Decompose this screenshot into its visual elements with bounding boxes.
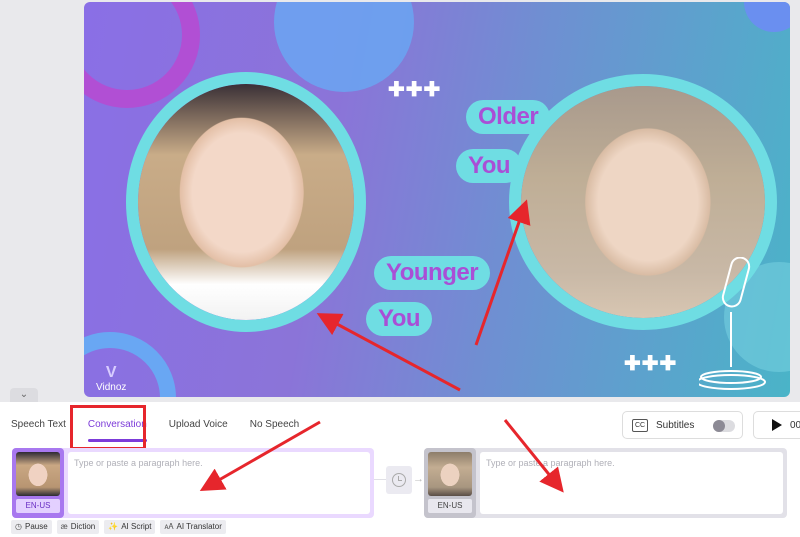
vidnoz-logo-text: Vidnoz	[96, 382, 127, 393]
play-preview-button[interactable]: 00	[753, 411, 800, 439]
avatar	[428, 452, 472, 496]
younger-label: Younger	[374, 256, 491, 290]
ai-translator-tool-button[interactable]: 🗚 AI Translator	[160, 520, 226, 534]
ai-script-label: AI Script	[121, 522, 152, 531]
younger-photo-frame	[126, 72, 366, 332]
decor-crosses: ✚✚✚	[388, 79, 442, 101]
speaker-2-block: EN-US	[424, 448, 787, 518]
speaker-1-text-input[interactable]	[68, 452, 370, 514]
speaker-1-avatar-card[interactable]: EN-US	[12, 448, 64, 518]
subtitles-toggle[interactable]	[713, 420, 735, 432]
diction-icon: æ	[60, 522, 68, 531]
speech-mode-tabs: Speech Text Conversation Upload Voice No…	[0, 402, 310, 446]
younger-face-image	[138, 84, 354, 320]
avatar	[16, 452, 60, 496]
older-label-you: You	[456, 149, 523, 183]
decor-crosses: ✚✚✚	[624, 353, 678, 375]
ai-script-tool-button[interactable]: ✨ AI Script	[104, 520, 156, 534]
play-time: 00	[790, 419, 800, 431]
tab-upload-voice[interactable]: Upload Voice	[158, 402, 239, 446]
vidnoz-logo: V Vidnoz	[96, 364, 126, 393]
script-panel: Speech Text Conversation Upload Voice No…	[0, 402, 800, 537]
tab-speech-text[interactable]: Speech Text	[0, 402, 77, 446]
language-badge[interactable]: EN-US	[16, 499, 60, 513]
language-badge[interactable]: EN-US	[428, 499, 472, 513]
microphone-icon	[699, 257, 766, 390]
connector-line	[374, 479, 386, 480]
clock-icon: ◷	[15, 522, 22, 531]
tab-no-speech[interactable]: No Speech	[239, 402, 310, 446]
subtitles-control[interactable]: CC Subtitles	[622, 411, 743, 439]
clock-icon	[392, 473, 406, 487]
translate-icon: 🗚	[164, 522, 174, 531]
play-icon	[772, 419, 782, 431]
speaker-1-block: EN-US	[12, 448, 374, 518]
magic-wand-icon: ✨	[108, 522, 119, 531]
ai-translator-label: AI Translator	[176, 522, 222, 531]
pause-label: Pause	[24, 522, 48, 531]
closed-captions-icon: CC	[632, 418, 648, 432]
vidnoz-logo-icon: V	[105, 364, 117, 381]
younger-label-you: You	[366, 302, 433, 336]
diction-tool-button[interactable]: æ Diction	[56, 520, 100, 534]
chevron-down-icon: ⌄	[19, 389, 29, 400]
video-preview-canvas: Younger You Older You ✚✚✚ ✚✚✚ V Vidnoz	[84, 2, 790, 397]
speaker-2-text-input[interactable]	[480, 452, 783, 514]
subtitles-label: Subtitles	[656, 419, 695, 431]
diction-label: Diction	[70, 522, 96, 531]
speaker-2-avatar-card[interactable]: EN-US	[424, 448, 476, 518]
add-pause-button[interactable]	[386, 466, 412, 494]
annotation-highlight-box	[70, 405, 146, 450]
pause-tool-button[interactable]: ◷ Pause	[11, 520, 52, 534]
script-tools: ◷ Pause æ Diction ✨ AI Script 🗚 AI Trans…	[11, 520, 226, 534]
older-label: Older	[466, 100, 551, 134]
arrow-right-icon: →	[413, 473, 424, 485]
collapse-panel-button[interactable]: ⌄	[10, 388, 38, 402]
decor-circle	[744, 2, 790, 32]
